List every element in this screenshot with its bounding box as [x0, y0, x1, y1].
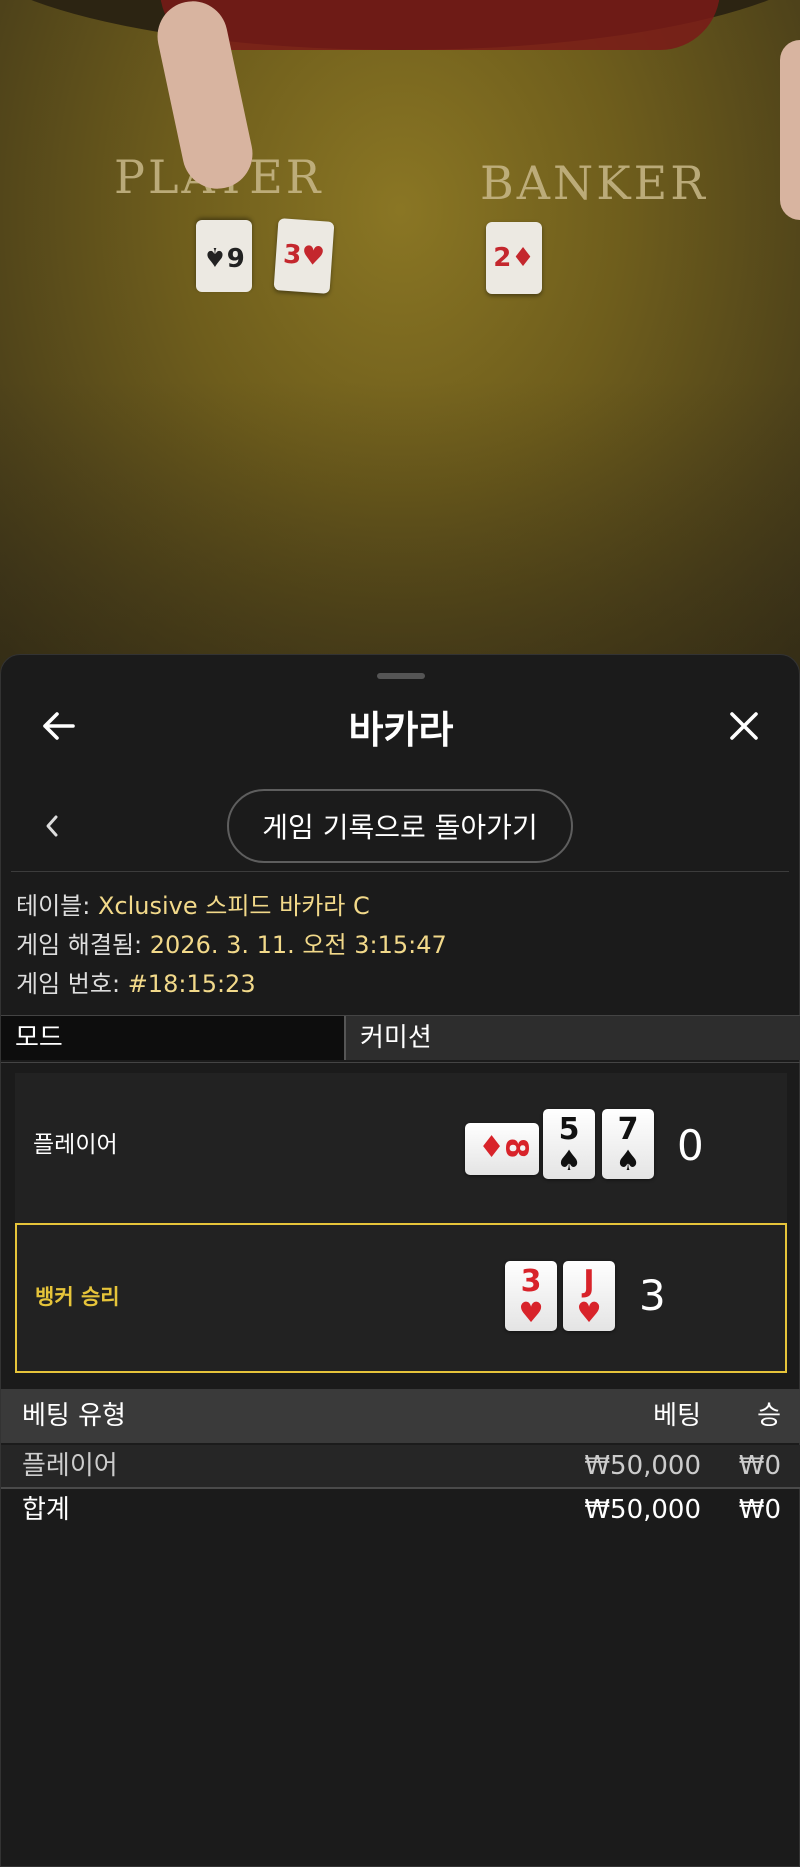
- back-to-history-button[interactable]: 게임 기록으로 돌아가기: [227, 789, 573, 863]
- dealer-arm-right: [780, 40, 800, 220]
- table-value: Xclusive 스피드 바카라 C: [97, 892, 370, 920]
- banker-hand-row: 뱅커 승리 3 ♥ J ♥ 3: [15, 1223, 787, 1373]
- player-score: 0: [677, 1121, 704, 1170]
- player-hand-label: 플레이어: [33, 1132, 118, 1158]
- history-nav-row: 게임 기록으로 돌아가기: [11, 781, 789, 872]
- card-suit: ♥: [518, 1296, 544, 1329]
- resolved-label: 게임 해결됨:: [16, 931, 143, 959]
- card-rank: J: [583, 1264, 595, 1299]
- card-suit: ♠: [556, 1144, 582, 1177]
- card-suit: ♠: [615, 1144, 641, 1177]
- tab-mode[interactable]: 모드: [1, 1016, 346, 1060]
- game-number-line: 게임 번호: #18:15:23: [16, 965, 447, 1004]
- resolved-info-line: 게임 해결됨: 2026. 3. 11. 오전 3:15:47: [16, 926, 447, 965]
- column-bet: 베팅: [653, 1401, 701, 1431]
- tab-commission[interactable]: 커미션: [346, 1016, 800, 1060]
- banker-win-label: 뱅커 승리: [35, 1285, 120, 1309]
- total-bet-cell: ₩50,000: [584, 1495, 701, 1525]
- page-title: 바카라: [348, 708, 454, 752]
- total-win-cell: ₩0: [738, 1495, 781, 1525]
- playing-card: 5 ♠: [543, 1109, 595, 1179]
- column-bet-type: 베팅 유형: [22, 1401, 126, 1431]
- video-card: 3♥: [273, 218, 335, 294]
- header-bar: 바카라: [1, 685, 800, 765]
- card-rank: 5: [558, 1112, 580, 1147]
- bets-table-header: 베팅 유형 베팅 승: [1, 1389, 800, 1443]
- player-hand-row: 플레이어 ♦8 5 ♠ 7 ♠ 0: [15, 1073, 787, 1223]
- drag-handle[interactable]: [377, 673, 425, 679]
- banker-zone-label: BANKER: [480, 156, 708, 210]
- total-label: 합계: [22, 1495, 70, 1525]
- live-video-feed: PLAYER BANKER 6♠ 3♥ 2♦: [0, 0, 800, 700]
- win-amount-cell: ₩0: [738, 1451, 781, 1481]
- playing-card: ♦8: [465, 1123, 539, 1175]
- resolved-value: 2026. 3. 11. 오전 3:15:47: [149, 931, 447, 959]
- table-info-line: 테이블: Xclusive 스피드 바카라 C: [16, 887, 447, 926]
- card-suit: ♥: [576, 1296, 602, 1329]
- video-card: 2♦: [486, 222, 542, 294]
- bet-type-cell: 플레이어: [22, 1451, 118, 1481]
- banker-score: 3: [639, 1271, 666, 1320]
- playing-card: 3 ♥: [505, 1261, 557, 1331]
- video-shade: [0, 380, 800, 700]
- game-number-value: #18:15:23: [127, 970, 256, 998]
- bet-amount-cell: ₩50,000: [584, 1451, 701, 1481]
- playing-card: J ♥: [563, 1261, 615, 1331]
- game-detail-sheet: 바카라 게임 기록으로 돌아가기 테이블: Xclusive 스피드 바카라 C…: [0, 654, 800, 1867]
- mode-tabs: 모드 커미션: [1, 1015, 800, 1063]
- game-number-label: 게임 번호:: [16, 970, 121, 998]
- video-card: 6♠: [196, 220, 252, 292]
- chevron-left-icon[interactable]: [29, 803, 75, 849]
- playing-card: 7 ♠: [602, 1109, 654, 1179]
- close-icon[interactable]: [719, 701, 769, 751]
- card-rank: 8: [498, 1137, 534, 1159]
- column-win: 승: [757, 1401, 781, 1431]
- dealer-dress: [160, 0, 720, 50]
- card-rank: 7: [617, 1112, 639, 1147]
- game-info: 테이블: Xclusive 스피드 바카라 C 게임 해결됨: 2026. 3.…: [16, 887, 447, 1004]
- total-row: 합계 ₩50,000 ₩0: [1, 1489, 800, 1531]
- card-rank: 3: [520, 1264, 542, 1299]
- table-row: 플레이어 ₩50,000 ₩0: [1, 1445, 800, 1489]
- table-label: 테이블:: [16, 892, 91, 920]
